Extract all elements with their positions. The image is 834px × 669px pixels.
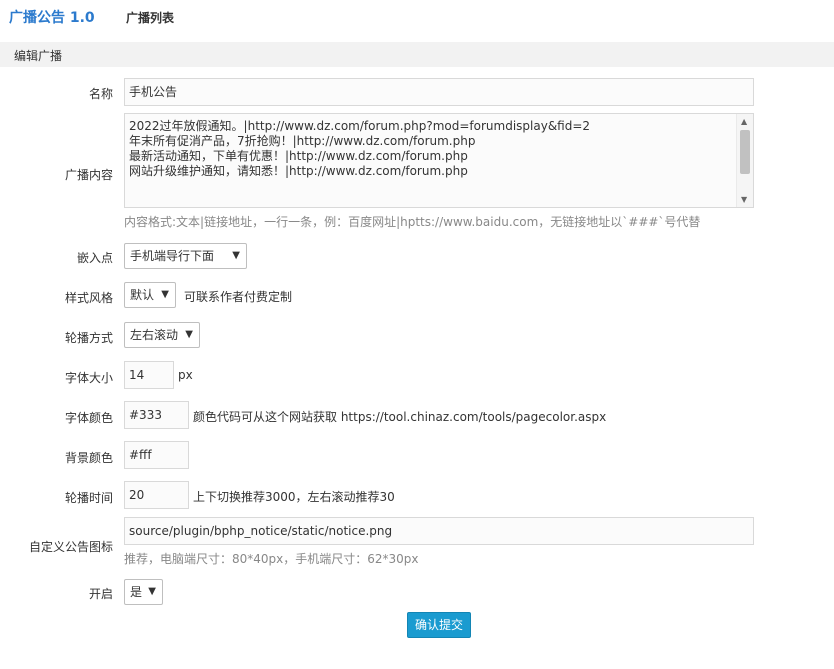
- top-bar: 广播公告 1.0 广播列表: [0, 0, 834, 34]
- carousel-select[interactable]: 左右滚动 ▼: [124, 322, 200, 348]
- interval-note: 上下切换推荐3000，左右滚动推荐30: [193, 490, 395, 504]
- submit-button[interactable]: 确认提交: [407, 612, 471, 638]
- carousel-selected: 左右滚动: [130, 328, 179, 342]
- embed-selected: 手机端导行下面: [130, 249, 215, 263]
- interval-label: 轮播时间: [64, 491, 113, 505]
- bg-color-label: 背景颜色: [64, 451, 113, 465]
- section-header: 编辑广播: [0, 42, 834, 67]
- content-textarea[interactable]: 2022过年放假通知。|http://www.dz.com/forum.php?…: [124, 113, 754, 208]
- content-hint: 内容格式:文本|链接地址，一行一条，例：百度网址|hptts://www.bai…: [124, 215, 701, 229]
- scroll-down-icon[interactable]: ▼: [741, 195, 747, 204]
- style-note: 可联系作者付费定制: [184, 290, 293, 304]
- name-label: 名称: [88, 87, 113, 101]
- chevron-down-icon: ▼: [148, 586, 156, 597]
- content-label: 广播内容: [64, 168, 113, 182]
- font-color-label: 字体颜色: [64, 411, 113, 425]
- brand-title[interactable]: 广播公告 1.0: [9, 7, 95, 27]
- style-selected: 默认: [130, 288, 155, 302]
- font-color-note: 颜色代码可从这个网站获取 https://tool.chinaz.com/too…: [193, 410, 607, 424]
- font-size-input[interactable]: 14: [124, 361, 174, 389]
- font-size-label: 字体大小: [64, 371, 113, 385]
- chevron-down-icon: ▼: [185, 329, 193, 340]
- icon-label: 自定义公告图标: [28, 540, 113, 554]
- scroll-up-icon[interactable]: ▲: [741, 117, 747, 126]
- font-size-unit: px: [178, 368, 193, 382]
- tab-broadcast-list[interactable]: 广播列表: [126, 9, 174, 26]
- bg-color-input[interactable]: #fff: [124, 441, 189, 469]
- enabled-label: 开启: [88, 587, 113, 601]
- section-title: 编辑广播: [14, 49, 63, 63]
- style-label: 样式风格: [64, 291, 113, 305]
- name-input[interactable]: 手机公告: [124, 78, 754, 106]
- font-color-input[interactable]: #333: [124, 401, 189, 429]
- carousel-label: 轮播方式: [64, 331, 113, 345]
- enabled-selected: 是: [130, 585, 143, 599]
- icon-input[interactable]: source/plugin/bphp_notice/static/notice.…: [124, 517, 754, 545]
- chevron-down-icon: ▼: [232, 250, 240, 261]
- textarea-scrollbar[interactable]: ▲ ▼: [736, 114, 753, 207]
- embed-label: 嵌入点: [76, 251, 113, 265]
- style-select[interactable]: 默认 ▼: [124, 282, 176, 308]
- scroll-thumb[interactable]: [740, 130, 750, 174]
- icon-hint: 推荐，电脑端尺寸：80*40px，手机端尺寸：62*30px: [124, 552, 419, 566]
- enabled-select[interactable]: 是 ▼: [124, 579, 163, 605]
- interval-input[interactable]: 20: [124, 481, 189, 509]
- content-line: 网站升级维护通知，请知悉！|http://www.dz.com/forum.ph…: [129, 164, 468, 178]
- chevron-down-icon: ▼: [161, 289, 169, 300]
- embed-select[interactable]: 手机端导行下面 ▼: [124, 243, 247, 269]
